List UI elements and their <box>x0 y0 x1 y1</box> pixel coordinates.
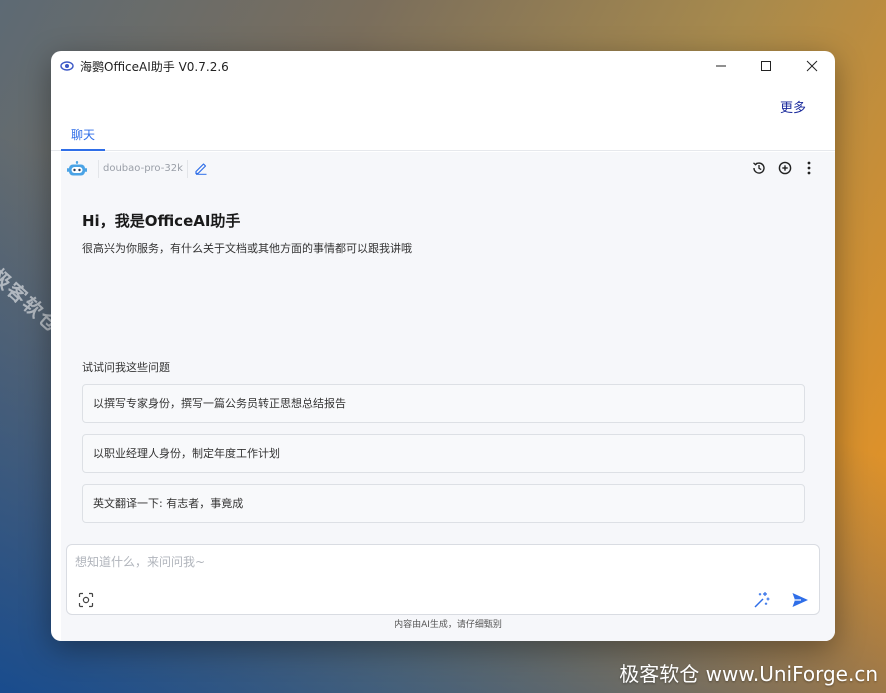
sparkle-icon[interactable] <box>753 591 771 609</box>
close-icon[interactable] <box>802 56 822 76</box>
send-icon[interactable] <box>791 591 809 609</box>
more-link[interactable]: 更多 <box>780 97 806 116</box>
suggestion-item[interactable]: 以撰写专家身份，撰写一篇公务员转正思想总结报告 <box>82 384 805 423</box>
tab-bar: 聊天 <box>51 123 835 151</box>
suggestion-item[interactable]: 以职业经理人身份，制定年度工作计划 <box>82 434 805 473</box>
app-window: 海鹦OfficeAI助手 V0.7.2.6 更多 聊天 doubao-pro-3… <box>51 51 835 641</box>
greeting-subtitle: 很高兴为你服务，有什么关于文档或其他方面的事情都可以跟我讲哦 <box>82 242 412 255</box>
eye-logo-icon <box>60 61 74 71</box>
robot-icon <box>67 161 87 176</box>
tab-chat[interactable]: 聊天 <box>61 123 105 151</box>
message-composer <box>66 544 820 615</box>
model-selector[interactable]: doubao-pro-32k <box>98 160 188 178</box>
plus-circle-icon[interactable] <box>777 160 793 176</box>
chat-panel: doubao-pro-32k Hi，我是OfficeAI助手 很高兴为你服务，有… <box>61 152 835 641</box>
greeting-title: Hi，我是OfficeAI助手 <box>82 212 241 230</box>
chat-toolbar: doubao-pro-32k <box>61 152 835 184</box>
maximize-icon[interactable] <box>756 56 776 76</box>
watermark-corner: 极客软仓 www.UniForge.cn <box>619 662 878 686</box>
title-bar[interactable]: 海鹦OfficeAI助手 V0.7.2.6 <box>51 51 835 81</box>
minimize-icon[interactable] <box>711 56 731 76</box>
window-title: 海鹦OfficeAI助手 V0.7.2.6 <box>80 60 229 74</box>
history-icon[interactable] <box>751 160 767 176</box>
pencil-icon[interactable] <box>194 161 208 175</box>
screenshot-icon[interactable] <box>78 592 94 608</box>
message-input[interactable] <box>75 551 675 573</box>
ai-disclaimer: 内容由AI生成，请仔细甄别 <box>394 620 502 630</box>
suggestions-heading: 试试问我这些问题 <box>82 361 170 374</box>
vertical-dots-icon[interactable] <box>801 160 817 176</box>
suggestion-item[interactable]: 英文翻译一下: 有志者，事竟成 <box>82 484 805 523</box>
